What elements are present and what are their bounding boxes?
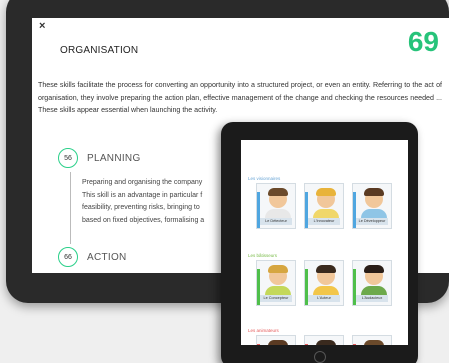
avatar-hair bbox=[364, 265, 384, 273]
avatar-hair bbox=[364, 340, 384, 345]
skill-planning[interactable]: 56 PLANNING bbox=[58, 148, 141, 168]
profile-card[interactable]: L'Acteur bbox=[304, 260, 344, 306]
skill-label: ACTION bbox=[87, 251, 127, 263]
profile-name: L'Innovateur bbox=[308, 218, 340, 225]
avatar-hair bbox=[316, 265, 336, 273]
category-description: These skills facilitate the process for … bbox=[38, 81, 442, 114]
avatar-hair bbox=[316, 188, 336, 196]
profile-level-bar bbox=[353, 344, 356, 345]
skill-label: PLANNING bbox=[87, 152, 141, 164]
skill-divider bbox=[70, 172, 71, 244]
profile-level-bar bbox=[257, 344, 260, 345]
skill-score-badge: 66 bbox=[58, 247, 78, 267]
profile-name: Le Détecteur bbox=[260, 218, 292, 225]
profile-card[interactable]: L'Audacieux bbox=[352, 260, 392, 306]
profile-level-bar bbox=[305, 344, 308, 345]
close-icon[interactable]: × bbox=[39, 21, 45, 32]
avatar-hair bbox=[316, 340, 336, 345]
profile-card[interactable] bbox=[304, 335, 344, 345]
profiles-screen: Les visionnaires Les bâtisseurs Les anim… bbox=[241, 140, 408, 345]
avatar-hair bbox=[268, 188, 288, 196]
avatar-hair bbox=[364, 188, 384, 196]
home-button[interactable] bbox=[314, 351, 326, 363]
skill-action[interactable]: 66 ACTION bbox=[58, 247, 127, 267]
category-score: 69 bbox=[407, 26, 439, 57]
profile-name: Le Développeur bbox=[356, 218, 388, 225]
profile-card[interactable]: Le Concepteur bbox=[256, 260, 296, 306]
skill-score-badge: 56 bbox=[58, 148, 78, 168]
profile-card[interactable]: Le Développeur bbox=[352, 183, 392, 229]
category-title: ORGANISATION bbox=[60, 45, 139, 56]
avatar-hair bbox=[268, 340, 288, 345]
profile-name: L'Audacieux bbox=[356, 295, 388, 302]
profile-name: Le Concepteur bbox=[260, 295, 292, 302]
avatar-hair bbox=[268, 265, 288, 273]
section-label-batisseurs: Les bâtisseurs bbox=[248, 253, 278, 258]
profile-name: L'Acteur bbox=[308, 295, 340, 302]
profile-card[interactable]: L'Innovateur bbox=[304, 183, 344, 229]
section-label-animateurs: Les animateurs bbox=[248, 328, 279, 333]
section-label-visionnaires: Les visionnaires bbox=[248, 176, 281, 181]
small-tablet-frame: Les visionnaires Les bâtisseurs Les anim… bbox=[221, 122, 418, 363]
profile-card[interactable] bbox=[256, 335, 296, 345]
profile-card[interactable] bbox=[352, 335, 392, 345]
profile-card[interactable]: Le Détecteur bbox=[256, 183, 296, 229]
